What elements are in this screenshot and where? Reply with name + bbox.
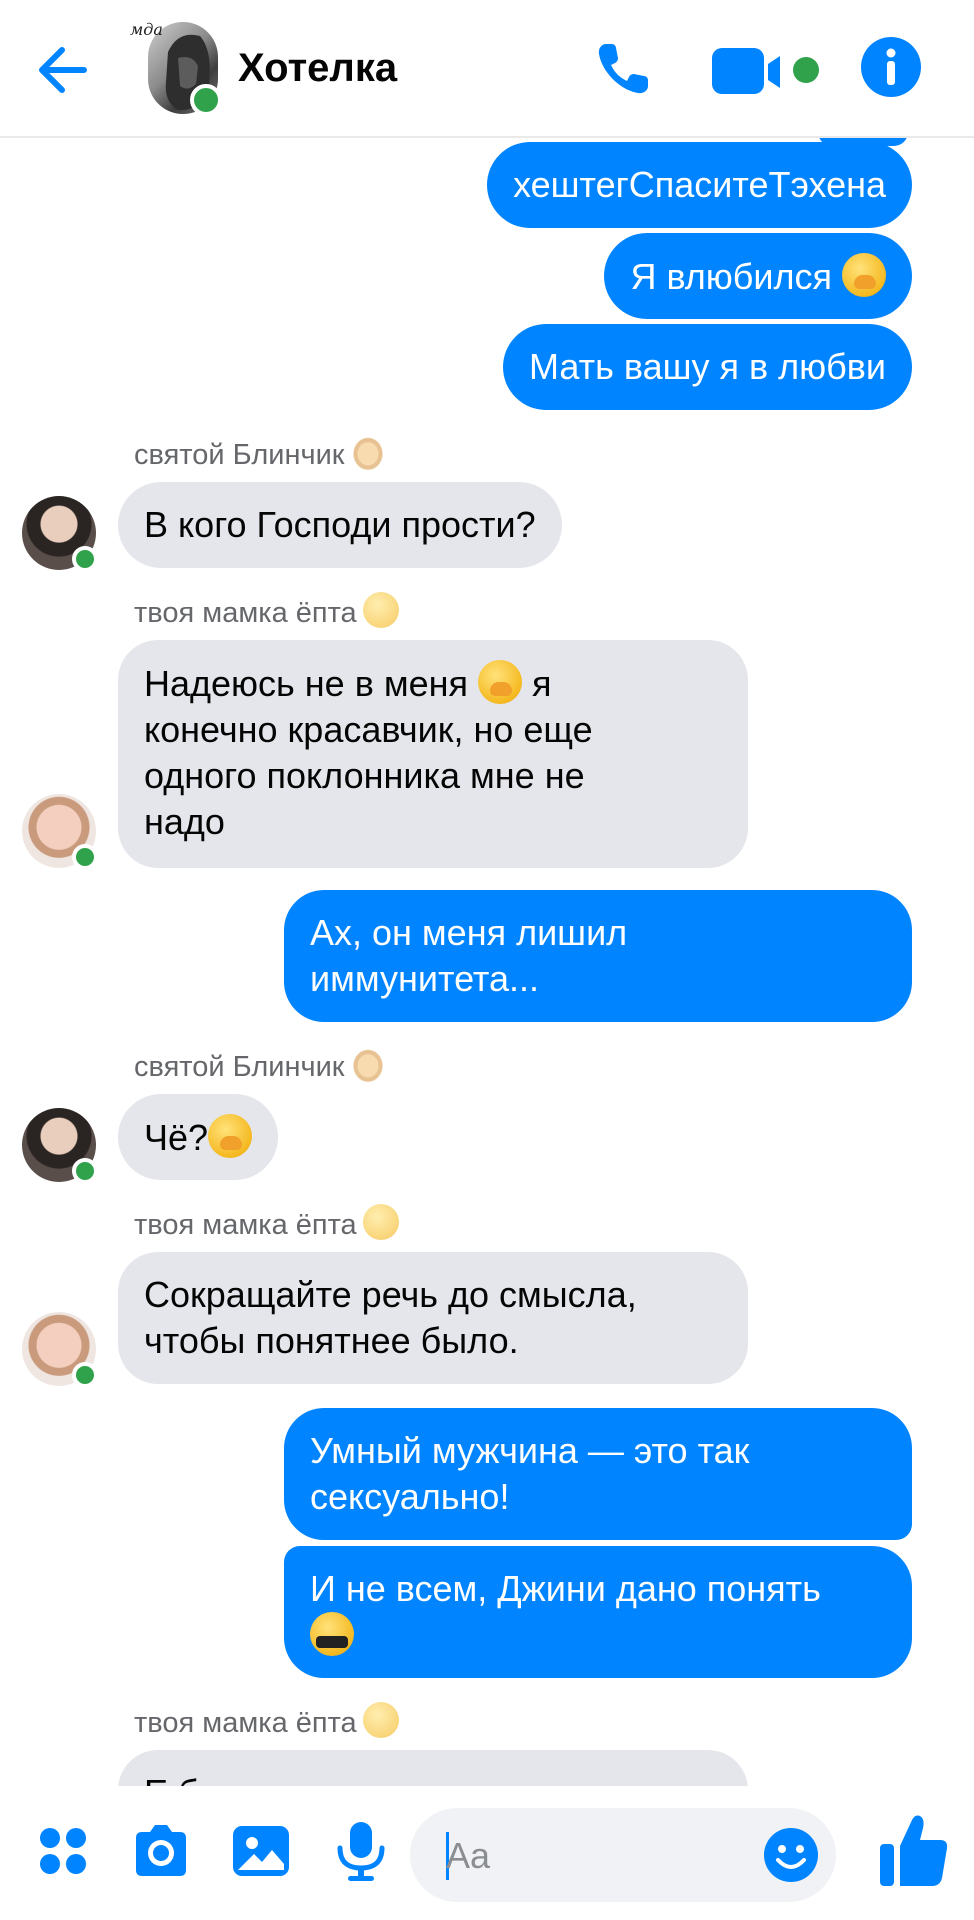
online-indicator bbox=[72, 546, 98, 572]
message-bubble-outgoing[interactable]: Я влюбился bbox=[604, 233, 912, 319]
image-icon bbox=[233, 1826, 289, 1876]
message-text: Ах, он меня лишил bbox=[310, 912, 628, 953]
online-indicator bbox=[72, 1362, 98, 1388]
sender-name: святой Блинчик bbox=[134, 1046, 387, 1084]
chat-header: мда Хотелка bbox=[0, 0, 974, 138]
woozy-face-emoji-icon bbox=[362, 592, 399, 628]
online-indicator bbox=[72, 844, 98, 870]
hand-over-mouth-emoji-icon bbox=[842, 253, 886, 297]
message-text: чтобы понятнее было. bbox=[144, 1320, 519, 1361]
message-text: сексуально! bbox=[310, 1476, 510, 1517]
woozy-face-emoji-icon bbox=[362, 1204, 399, 1240]
message-bubble-incoming[interactable]: Чё? bbox=[118, 1094, 279, 1180]
message-bubble-outgoing[interactable]: И не всем, Джини дано понять bbox=[284, 1546, 912, 1678]
cursing-face-emoji-icon bbox=[310, 1612, 354, 1656]
message-bubble-outgoing[interactable]: Умный мужчина — это так сексуально! bbox=[284, 1408, 912, 1540]
emoji-picker-button[interactable] bbox=[762, 1826, 820, 1884]
smiley-icon bbox=[764, 1828, 818, 1882]
sender-name: твоя мамка ёпта bbox=[134, 1204, 399, 1242]
video-call-button[interactable] bbox=[712, 44, 822, 100]
message-text: Умный мужчина — это так bbox=[310, 1430, 750, 1471]
like-button[interactable] bbox=[878, 1810, 950, 1890]
sender-name: твоя мамка ёпта bbox=[134, 1702, 399, 1740]
thumbs-up-icon bbox=[880, 1815, 948, 1886]
composer-bar bbox=[0, 1786, 974, 1920]
back-button[interactable] bbox=[32, 38, 96, 102]
message-bubble-incoming[interactable]: Надеюсь не в меня я конечно красавчик, н… bbox=[118, 640, 748, 868]
avatar-caption: мда bbox=[130, 20, 163, 39]
message-text: Надеюсь не в меня bbox=[144, 663, 468, 704]
voice-message-button[interactable] bbox=[328, 1818, 394, 1884]
message-text: Е б bbox=[144, 1772, 199, 1786]
message-text: хештегСпаситеТэхена bbox=[513, 164, 886, 205]
message-list[interactable]: хештегСпаситеТэхена Я влюбился Мать вашу… bbox=[0, 138, 974, 1786]
message-input-container[interactable] bbox=[410, 1808, 836, 1902]
camera-button[interactable] bbox=[128, 1818, 194, 1884]
message-text: И не всем, Джини дано понять bbox=[310, 1568, 821, 1609]
group-avatar[interactable]: мда bbox=[130, 20, 222, 116]
phone-icon bbox=[598, 44, 648, 94]
more-actions-button[interactable] bbox=[30, 1818, 96, 1884]
call-button[interactable] bbox=[590, 36, 656, 102]
message-text: надо bbox=[144, 801, 225, 842]
pancake-emoji-icon bbox=[350, 1046, 387, 1082]
message-bubble-incoming[interactable]: В кого Господи прости? bbox=[118, 482, 562, 568]
message-bubble-incoming[interactable]: Е б bbox=[118, 1750, 748, 1786]
sender-name: святой Блинчик bbox=[134, 434, 387, 472]
video-camera-icon bbox=[712, 48, 819, 94]
message-text: Я влюбился bbox=[630, 256, 832, 297]
gallery-button[interactable] bbox=[228, 1818, 294, 1884]
message-text: одного поклонника мне не bbox=[144, 755, 585, 796]
online-indicator bbox=[190, 84, 222, 116]
message-bubble-outgoing[interactable]: Мать вашу я в любви bbox=[503, 324, 912, 410]
chat-title[interactable]: Хотелка bbox=[238, 46, 397, 91]
info-button[interactable] bbox=[860, 36, 922, 98]
arrow-left-icon bbox=[39, 47, 87, 93]
message-text: В кого Господи прости? bbox=[144, 504, 536, 545]
message-text: Чё? bbox=[144, 1117, 209, 1158]
sender-name: твоя мамка ёпта bbox=[134, 592, 399, 630]
message-text: Мать вашу я в любви bbox=[529, 346, 886, 387]
hand-over-mouth-emoji-icon bbox=[208, 1114, 253, 1158]
message-bubble-outgoing[interactable]: хештегСпаситеТэхена bbox=[487, 142, 912, 228]
microphone-icon bbox=[337, 1822, 385, 1881]
four-dots-icon bbox=[40, 1828, 86, 1874]
message-text: конечно красавчик, но еще bbox=[144, 709, 593, 750]
message-bubble-outgoing[interactable]: Ах, он меня лишил иммунитета... bbox=[284, 890, 912, 1022]
online-indicator bbox=[72, 1158, 98, 1184]
woozy-face-emoji-icon bbox=[362, 1702, 399, 1738]
camera-icon bbox=[136, 1825, 186, 1876]
pancake-emoji-icon bbox=[350, 434, 387, 470]
message-text: Сокращайте речь до смысла, bbox=[144, 1274, 637, 1315]
message-text: я bbox=[532, 663, 552, 704]
message-bubble-incoming[interactable]: Сокращайте речь до смысла, чтобы понятне… bbox=[118, 1252, 748, 1384]
message-text: иммунитета... bbox=[310, 958, 540, 999]
info-icon bbox=[861, 37, 921, 97]
hand-over-mouth-emoji-icon bbox=[478, 660, 522, 704]
message-input[interactable] bbox=[444, 1828, 748, 1884]
